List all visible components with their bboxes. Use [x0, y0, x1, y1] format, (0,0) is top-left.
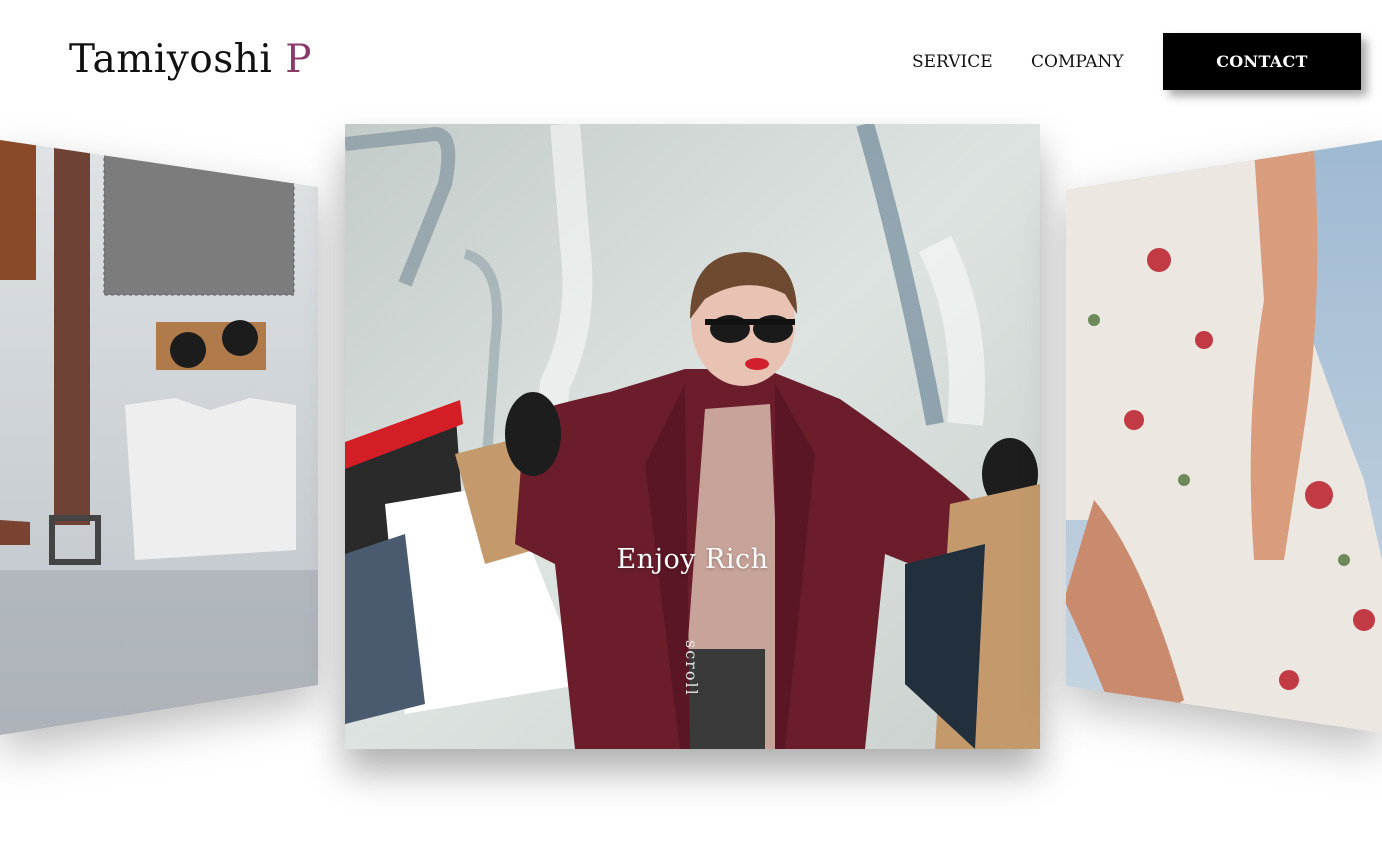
hero-title: Enjoy Rich	[616, 544, 769, 575]
floral-dress-image	[1066, 140, 1382, 733]
slide-floral-dress[interactable]	[1064, 0, 1382, 846]
accessories-image	[0, 140, 318, 735]
scroll-indicator[interactable]: scroll	[682, 640, 701, 697]
hero-carousel: Enjoy Rich scroll	[0, 0, 1382, 846]
slide-accessories[interactable]	[0, 0, 320, 846]
